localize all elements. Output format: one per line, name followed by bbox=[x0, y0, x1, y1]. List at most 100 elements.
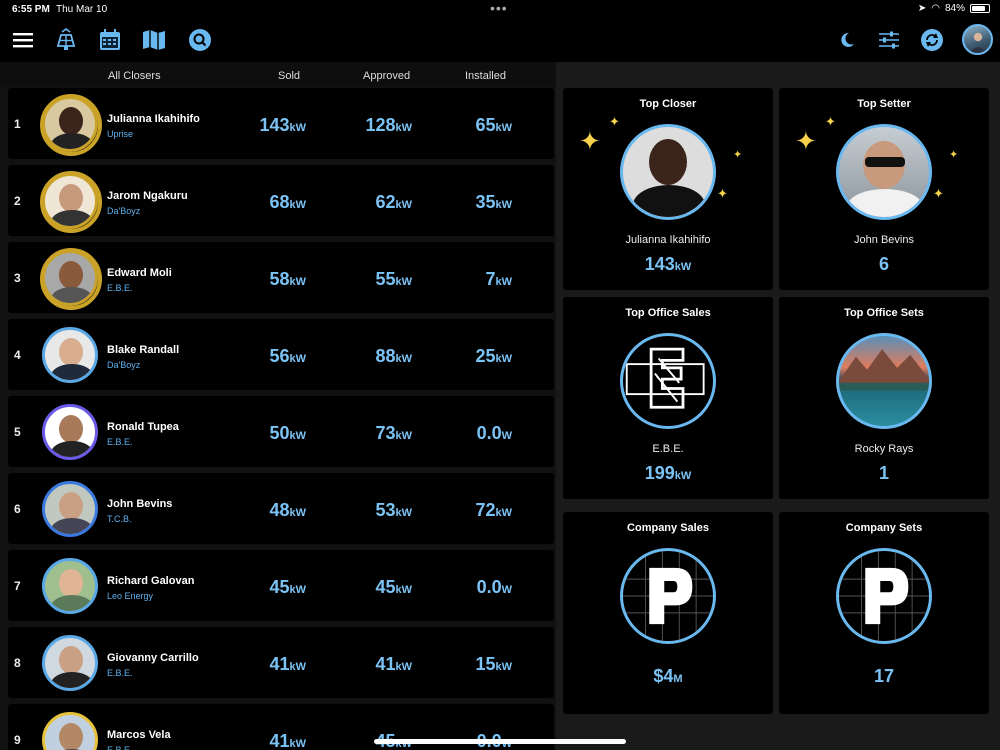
leaderboard-row[interactable]: 6 John Bevins T.C.B. 48kW 53kW 72kW bbox=[8, 473, 554, 544]
home-indicator[interactable] bbox=[374, 739, 626, 744]
closer-team: E.B.E. bbox=[107, 745, 133, 750]
row-rank: 8 bbox=[14, 656, 21, 670]
battery-percent: 84% bbox=[944, 3, 965, 14]
sold-value: 41kW bbox=[269, 731, 306, 750]
sold-value: 56kW bbox=[269, 346, 306, 366]
summary-cards: Top Closer ✦ ✦ ✦ ✦ Julianna Ikahihifo 14… bbox=[556, 62, 1000, 750]
closer-team: E.B.E. bbox=[107, 437, 133, 447]
sliders-icon[interactable] bbox=[874, 25, 904, 55]
row-rank: 5 bbox=[14, 425, 21, 439]
installed-value: 7kW bbox=[485, 269, 512, 289]
row-rank: 6 bbox=[14, 502, 21, 516]
closer-name[interactable]: Ronald Tupea bbox=[107, 421, 179, 433]
leaderboard-list[interactable]: 1 Julianna Ikahihifo Uprise 143kW 128kW 65kW 2… bbox=[0, 86, 556, 750]
solar-panel-icon[interactable] bbox=[51, 25, 81, 55]
leaderboard-row[interactable]: 5 Ronald Tupea E.B.E. 50kW 73kW 0.0W bbox=[8, 396, 554, 467]
sparkle-icon: ✦ bbox=[825, 114, 836, 129]
status-right: ➤ ◠ 84% bbox=[918, 3, 990, 14]
closer-team: Da'Boyz bbox=[107, 206, 141, 216]
col-all-closers[interactable]: All Closers bbox=[108, 70, 161, 82]
status-time: 6:55 PM bbox=[12, 4, 50, 15]
leaderboard-row[interactable]: 8 Giovanny Carrillo E.B.E. 41kW 41kW 15kW bbox=[8, 627, 554, 698]
row-rank: 2 bbox=[14, 194, 21, 208]
battery-icon bbox=[970, 4, 990, 13]
closer-name[interactable]: Marcos Vela bbox=[107, 729, 171, 741]
top-closer-value: 143kW bbox=[644, 254, 692, 274]
map-icon[interactable] bbox=[139, 25, 169, 55]
closer-avatar[interactable] bbox=[42, 250, 98, 306]
installed-value: 35kW bbox=[475, 192, 512, 212]
card-company-sales[interactable]: Company Sales $4M bbox=[563, 512, 773, 714]
sparkle-icon: ✦ bbox=[733, 149, 743, 161]
leaderboard-row[interactable]: 3 Edward Moli E.B.E. 58kW 55kW 7kW bbox=[8, 242, 554, 313]
sold-value: 41kW bbox=[269, 654, 306, 674]
row-rank: 3 bbox=[14, 271, 21, 285]
sold-value: 50kW bbox=[269, 423, 306, 443]
installed-value: 0.0W bbox=[476, 577, 512, 597]
moon-icon[interactable] bbox=[832, 25, 862, 55]
top-closer-photo bbox=[620, 124, 716, 220]
closer-name[interactable]: Jarom Ngakuru bbox=[107, 190, 188, 202]
approved-value: 88kW bbox=[375, 346, 412, 366]
company-sets-value: 17 bbox=[873, 666, 895, 686]
card-title: Top Office Sales bbox=[625, 307, 711, 319]
closer-avatar[interactable] bbox=[42, 635, 98, 691]
mountain-lake-photo bbox=[836, 333, 932, 429]
col-sold[interactable]: Sold bbox=[278, 70, 300, 82]
closer-avatar[interactable] bbox=[42, 404, 98, 460]
ebe-logo bbox=[620, 333, 716, 429]
hamburger-icon[interactable] bbox=[8, 25, 38, 55]
installed-value: 65kW bbox=[475, 115, 512, 135]
closer-avatar[interactable] bbox=[42, 558, 98, 614]
installed-value: 0.0W bbox=[476, 423, 512, 443]
closer-avatar[interactable] bbox=[42, 173, 98, 229]
top-office-sales-name: E.B.E. bbox=[652, 443, 684, 455]
installed-value: 15kW bbox=[475, 654, 512, 674]
card-title: Top Closer bbox=[639, 98, 697, 110]
status-bar: 6:55 PM Thu Mar 10 ••• ➤ ◠ 84% bbox=[0, 0, 1000, 20]
card-top-office-sales[interactable]: Top Office Sales E.B.E. 199kW bbox=[563, 297, 773, 499]
leaderboard-row[interactable]: 2 Jarom Ngakuru Da'Boyz 68kW 62kW 35kW bbox=[8, 165, 554, 236]
installed-value: 72kW bbox=[475, 500, 512, 520]
top-setter-value: 6 bbox=[878, 254, 889, 274]
card-company-sets[interactable]: Company Sets 17 bbox=[779, 512, 989, 714]
card-top-setter[interactable]: Top Setter ✦ ✦ ✦ ✦ John Bevins 6 bbox=[779, 88, 989, 290]
col-installed[interactable]: Installed bbox=[465, 70, 506, 82]
sparkle-icon: ✦ bbox=[717, 186, 728, 201]
col-approved[interactable]: Approved bbox=[363, 70, 410, 82]
row-rank: 1 bbox=[14, 117, 21, 131]
location-icon: ➤ bbox=[917, 3, 927, 14]
search-icon[interactable] bbox=[185, 25, 215, 55]
card-title: Company Sales bbox=[627, 522, 709, 534]
sold-value: 143kW bbox=[259, 115, 306, 135]
closer-name[interactable]: Richard Galovan bbox=[107, 575, 194, 587]
closer-avatar[interactable] bbox=[42, 96, 98, 152]
approved-value: 53kW bbox=[375, 500, 412, 520]
user-avatar[interactable] bbox=[962, 24, 993, 55]
closer-team: Leo Energy bbox=[107, 591, 154, 601]
closer-team: E.B.E. bbox=[107, 668, 133, 678]
closer-avatar[interactable] bbox=[42, 712, 98, 750]
toolbar bbox=[0, 20, 1000, 62]
calendar-icon[interactable] bbox=[95, 25, 125, 55]
leaderboard-row[interactable]: 7 Richard Galovan Leo Energy 45kW 45kW 0.0W bbox=[8, 550, 554, 621]
refresh-icon[interactable] bbox=[917, 25, 947, 55]
sold-value: 48kW bbox=[269, 500, 306, 520]
wifi-icon: ◠ bbox=[931, 3, 940, 14]
closer-avatar[interactable] bbox=[42, 481, 98, 537]
multitask-dots-icon[interactable]: ••• bbox=[490, 0, 508, 16]
closer-name[interactable]: John Bevins bbox=[107, 498, 172, 510]
closer-name[interactable]: Julianna Ikahihifo bbox=[107, 113, 200, 125]
closer-name[interactable]: Edward Moli bbox=[107, 267, 172, 279]
leaderboard-row[interactable]: 1 Julianna Ikahihifo Uprise 143kW 128kW 65kW bbox=[8, 88, 554, 159]
closer-team: T.C.B. bbox=[107, 514, 132, 524]
closer-avatar[interactable] bbox=[42, 327, 98, 383]
card-top-office-sets[interactable]: Top Office Sets Rocky Rays 1 bbox=[779, 297, 989, 499]
company-logo bbox=[836, 548, 932, 644]
closer-name[interactable]: Giovanny Carrillo bbox=[107, 652, 199, 664]
card-title: Company Sets bbox=[845, 522, 923, 534]
card-top-closer[interactable]: Top Closer ✦ ✦ ✦ ✦ Julianna Ikahihifo 14… bbox=[563, 88, 773, 290]
leaderboard-row[interactable]: 4 Blake Randall Da'Boyz 56kW 88kW 25kW bbox=[8, 319, 554, 390]
closer-name[interactable]: Blake Randall bbox=[107, 344, 179, 356]
approved-value: 62kW bbox=[375, 192, 412, 212]
